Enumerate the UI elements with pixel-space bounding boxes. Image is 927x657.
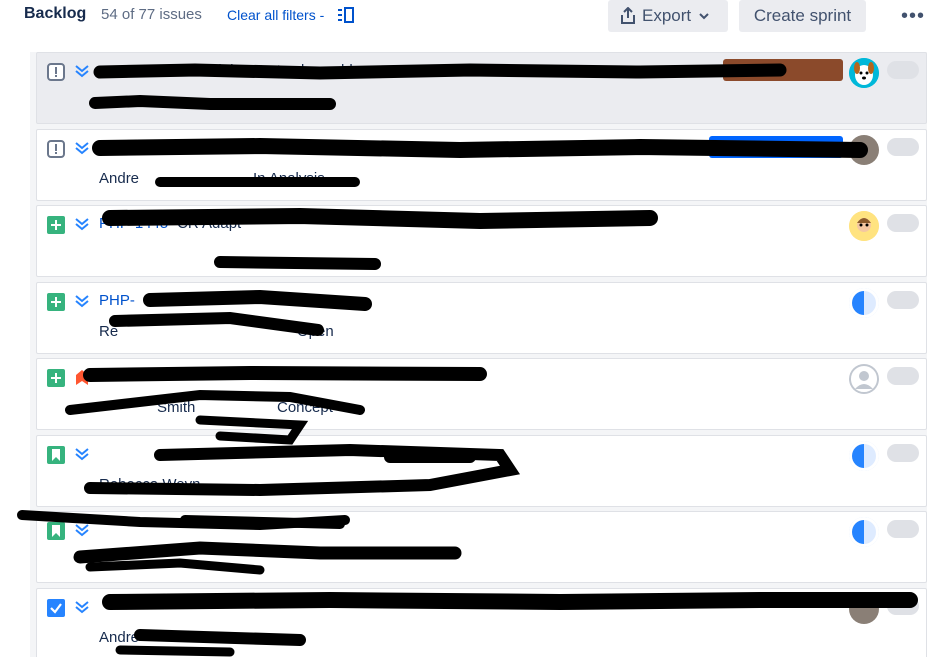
- estimate-pill: [887, 138, 919, 156]
- priority-lowest-icon: [75, 65, 89, 78]
- new-feature-icon: [47, 216, 65, 234]
- issue-row[interactable]: Rebecca Weyn: [36, 435, 927, 507]
- impediment-icon: [47, 63, 65, 81]
- cartoon-avatar-icon: [849, 211, 879, 241]
- issue-key[interactable]: PHP-: [99, 292, 135, 309]
- priority-lowest-icon: [75, 142, 89, 155]
- page-title: Backlog: [24, 5, 87, 22]
- globe-avatar-icon: [849, 517, 879, 547]
- epic-label[interactable]: [709, 136, 843, 158]
- issue-count: 54 of 77 issues: [101, 6, 202, 23]
- globe-avatar-icon: [849, 288, 879, 318]
- issue-assignee: Andre: [99, 170, 140, 187]
- avatar[interactable]: [849, 211, 879, 241]
- impediment-icon: [47, 140, 65, 158]
- chevron-down-icon: [699, 13, 709, 20]
- avatar[interactable]: [849, 135, 879, 165]
- create-sprint-button[interactable]: Create sprint: [739, 0, 866, 32]
- priority-lowest-icon: [75, 295, 89, 308]
- more-actions-button[interactable]: •••: [893, 0, 927, 32]
- issue-status: In Analysis: [253, 170, 325, 187]
- avatar[interactable]: [849, 288, 879, 318]
- priority-lowest-icon: [75, 601, 89, 614]
- issue-summary: CR Adapt: [177, 215, 242, 232]
- issue-row[interactable]: PHP- Re Open: [36, 282, 927, 354]
- issue-row[interactable]: SP ziehen trotz abgeschlossen: [36, 52, 927, 124]
- priority-lowest-icon: [75, 218, 89, 231]
- issue-status: Open: [297, 323, 334, 340]
- share-icon: [621, 7, 635, 24]
- issue-status: Concept: [277, 399, 333, 416]
- issue-row[interactable]: PHP-1445 CR Adapt: [36, 205, 927, 277]
- task-icon: [47, 599, 65, 617]
- story-icon: [47, 446, 65, 464]
- priority-lowest-icon: [75, 524, 89, 537]
- estimate-pill: [887, 444, 919, 462]
- avatar[interactable]: [849, 441, 879, 471]
- avatar[interactable]: [849, 594, 879, 624]
- estimate-pill: [887, 597, 919, 615]
- issue-assignee: Smith: [157, 399, 196, 416]
- issue-assignee: Andre: [99, 629, 140, 646]
- default-user-icon: [849, 364, 879, 394]
- priority-lowest-icon: [75, 448, 89, 461]
- filter-list-icon[interactable]: [337, 6, 355, 24]
- issue-row[interactable]: Andre: [36, 588, 927, 657]
- export-label: Export: [642, 6, 692, 25]
- issue-row[interactable]: [36, 511, 927, 583]
- story-icon: [47, 522, 65, 540]
- avatar[interactable]: [849, 58, 879, 88]
- estimate-pill: [887, 367, 919, 385]
- globe-avatar-icon: [849, 441, 879, 471]
- new-feature-icon: [47, 293, 65, 311]
- issue-assignee: Re: [99, 323, 119, 340]
- estimate-pill: [887, 61, 919, 79]
- estimate-pill: [887, 291, 919, 309]
- issue-row[interactable]: Andre In Analysis: [36, 129, 927, 201]
- avatar[interactable]: [849, 364, 879, 394]
- issue-summary: SP ziehen trotz abgeschlossen: [187, 62, 393, 79]
- clear-filters-link[interactable]: Clear all filters -: [227, 7, 324, 23]
- backlog-header: Backlog 54 of 77 issues Clear all filter…: [0, 0, 927, 36]
- estimate-pill: [887, 520, 919, 538]
- new-feature-icon: [47, 369, 65, 387]
- epic-label[interactable]: [723, 59, 843, 81]
- dog-avatar-icon: [849, 58, 879, 88]
- estimate-pill: [887, 214, 919, 232]
- avatar[interactable]: [849, 517, 879, 547]
- issue-key[interactable]: PHP-1445: [99, 215, 168, 232]
- backlog-page: Backlog 54 of 77 issues Clear all filter…: [0, 0, 927, 657]
- issue-row[interactable]: PHP-1000 Smith Concept: [36, 358, 927, 430]
- priority-highest-icon: [76, 370, 88, 385]
- export-button[interactable]: Export: [608, 0, 728, 32]
- issue-assignee: Rebecca Weyn: [99, 476, 201, 493]
- issue-key[interactable]: PHP-1000: [99, 368, 168, 385]
